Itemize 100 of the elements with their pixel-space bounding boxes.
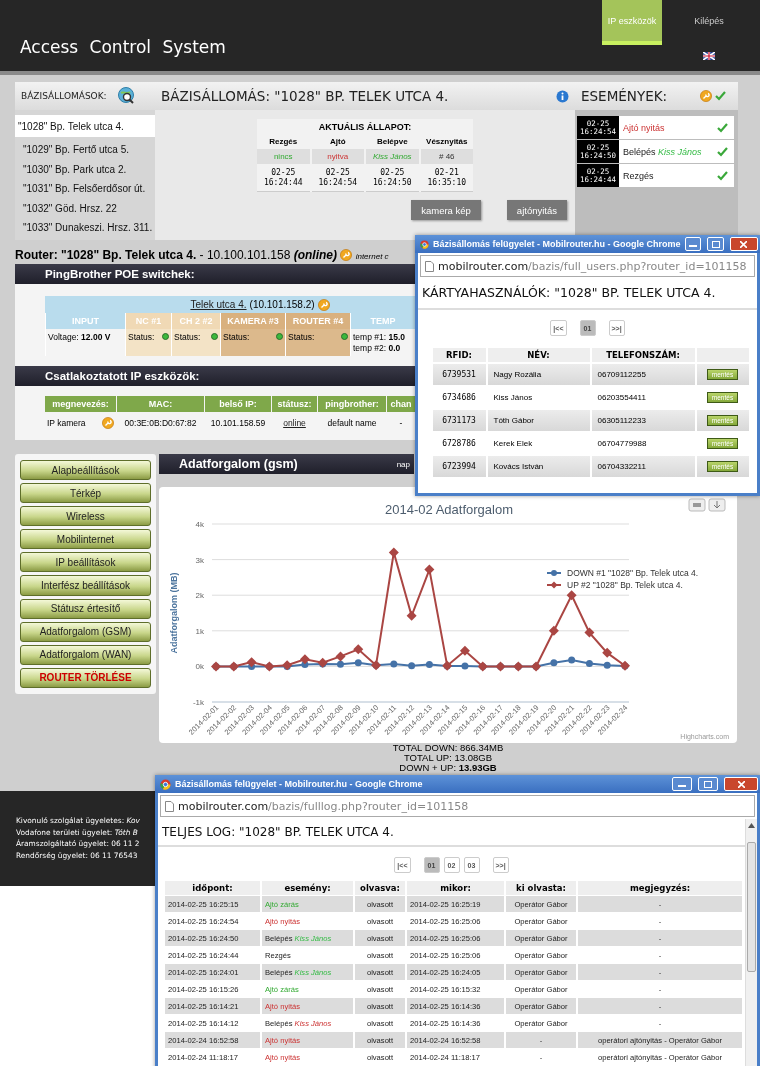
column-header: INPUT xyxy=(45,313,125,329)
status-value: nyitva xyxy=(311,149,364,164)
chart-title: 2014-02 Adatforgalom xyxy=(385,502,513,517)
table-cell: 6734686 xyxy=(442,393,476,402)
station-item[interactable]: "1032" Göd. Hrsz. 22 xyxy=(15,198,155,218)
check-icon xyxy=(715,91,726,101)
column-header: RFID: xyxy=(432,348,486,362)
column-header: időpont: xyxy=(165,881,260,895)
menu-button[interactable]: Mobilinternet xyxy=(20,529,151,550)
y-tick-label: 3k xyxy=(195,555,204,565)
station-item[interactable]: "1028" Bp. Telek utca 4. xyxy=(15,115,155,137)
maximize-button[interactable] xyxy=(707,237,724,251)
table-cell: 06709112255 xyxy=(597,370,646,379)
scrollbar[interactable] xyxy=(745,819,757,1066)
window-heading: KÁRTYAHASZNÁLÓK: "1028" BP. TELEK UTCA 4. xyxy=(418,279,757,310)
close-button[interactable] xyxy=(724,777,758,791)
menu-button[interactable]: Alapbeállítások xyxy=(20,460,151,481)
data-point xyxy=(390,660,398,668)
station-item[interactable]: "1033" Dunakeszi. Hrsz. 311. xyxy=(15,218,155,238)
data-point xyxy=(550,659,558,667)
column-header: KAMERA #3 xyxy=(220,313,285,329)
column-header: belső IP: xyxy=(205,396,271,412)
menu-button[interactable]: Térkép xyxy=(20,483,151,504)
data-point xyxy=(568,656,576,664)
window-heading: TELJES LOG: "1028" BP. TELEK UTCA 4. xyxy=(158,819,745,847)
data-point xyxy=(442,660,453,671)
menu-button[interactable]: Interfész beállítások xyxy=(20,575,151,596)
section-note: nap xyxy=(396,459,410,469)
data-point xyxy=(425,661,433,669)
address-bar[interactable]: mobilrouter.com/bazis/fulllog.php?router_id=101158 xyxy=(160,795,755,817)
station-item[interactable]: "1029" Bp. Fertő utca 5. xyxy=(15,140,155,160)
device-link[interactable]: Telek utca 4. xyxy=(190,299,247,310)
panel-title: BÁZISÁLLOMÁSOK: xyxy=(21,91,107,101)
y-axis-title: Adatforgalom (MB) xyxy=(169,572,179,654)
print-icon[interactable] xyxy=(688,498,706,512)
column-header: ki olvasta: xyxy=(506,881,576,895)
menu-button[interactable]: Wireless xyxy=(20,506,151,527)
minimize-button[interactable] xyxy=(684,237,702,251)
legend-marker xyxy=(546,581,562,589)
status-link[interactable]: online xyxy=(283,418,306,428)
status-time: 02-25 16:24:50 xyxy=(366,165,419,192)
temp-text: temp #2: 0.0 xyxy=(353,343,401,353)
router-name: Router: "1028" Bp. Telek utca 4. xyxy=(15,248,197,262)
action-button[interactable]: ajtónyitás xyxy=(506,200,567,220)
column-header: NC #1 xyxy=(125,313,171,329)
maximize-button[interactable] xyxy=(698,777,718,791)
column-header: megjegyzés: xyxy=(578,881,742,895)
y-tick-label: 0k xyxy=(195,662,204,672)
arrow-up-icon xyxy=(748,823,755,828)
nav-tab[interactable]: Kilépés xyxy=(662,0,756,45)
port-status: Status: xyxy=(174,332,201,342)
column-header: TELEFONSZÁM: xyxy=(591,348,695,362)
browser-icon xyxy=(160,778,171,790)
info-icon[interactable] xyxy=(556,89,569,103)
download-icon[interactable] xyxy=(708,498,726,512)
menu-button[interactable]: IP beállítások xyxy=(20,552,151,573)
data-point xyxy=(354,659,362,667)
column-header: Ajtó xyxy=(328,136,347,148)
legend-label[interactable]: DOWN #1 "1028" Bp. Telek utca 4. xyxy=(567,568,699,578)
data-point xyxy=(548,625,559,636)
search-icon[interactable] xyxy=(117,87,137,105)
router-state: (online) xyxy=(293,248,337,262)
router-ip: - 10.100.101.158 xyxy=(199,248,291,262)
data-point xyxy=(424,564,435,575)
status-time: 02-21 16:35:10 xyxy=(420,165,473,192)
wrench-icon xyxy=(317,298,330,311)
column-header: pingbrother: xyxy=(318,396,386,412)
action-button[interactable]: kamera kép xyxy=(411,200,481,220)
check-icon xyxy=(717,122,728,133)
address-bar[interactable]: mobilrouter.com/bazis/full_users.php?router_id=101158 xyxy=(420,255,755,277)
table-cell: 00:3E:0B:D0:67:82 xyxy=(124,418,197,428)
data-point xyxy=(566,590,577,601)
column-header: Belépve xyxy=(375,136,409,148)
menu-button[interactable]: Adatforgalom (WAN) xyxy=(20,644,151,665)
menu-button[interactable]: Adatforgalom (GSM) xyxy=(20,621,151,642)
close-button[interactable] xyxy=(729,237,758,251)
data-point xyxy=(228,661,239,672)
data-point xyxy=(495,661,506,672)
column-header: NÉV: xyxy=(487,348,590,362)
section-header: Csatlakoztatott IP eszközök: xyxy=(15,366,415,386)
minimize-button[interactable] xyxy=(672,777,692,791)
data-point xyxy=(388,547,399,558)
station-item[interactable]: "1030" Bp. Park utca 2. xyxy=(15,159,155,179)
menu-button[interactable]: Státusz értesítő xyxy=(20,598,151,619)
table-cell: 06305112233 xyxy=(597,416,646,425)
table-cell: 06704332211 xyxy=(597,462,646,471)
table-cell: Kovács István xyxy=(493,462,544,471)
maximize-icon xyxy=(704,780,712,788)
flag-icon[interactable] xyxy=(703,52,715,60)
event-text: Ajtó nyitás xyxy=(623,122,666,133)
browser-icon xyxy=(420,238,429,250)
table-cell: 06203554411 xyxy=(597,393,646,402)
table-cell: Nagy Rozália xyxy=(493,370,542,379)
status-value: Kiss János xyxy=(366,149,419,164)
status-time: 02-25 16:24:54 xyxy=(311,165,364,192)
menu-button[interactable]: ROUTER TÖRLÉSE xyxy=(20,667,151,688)
table-cell: default name xyxy=(327,418,377,428)
wrench-icon xyxy=(102,417,114,429)
legend-label[interactable]: UP #2 "1028" Bp. Telek utca 4. xyxy=(567,580,683,590)
station-item[interactable]: "1031" Bp. Felsőerdősor út. xyxy=(15,179,155,199)
